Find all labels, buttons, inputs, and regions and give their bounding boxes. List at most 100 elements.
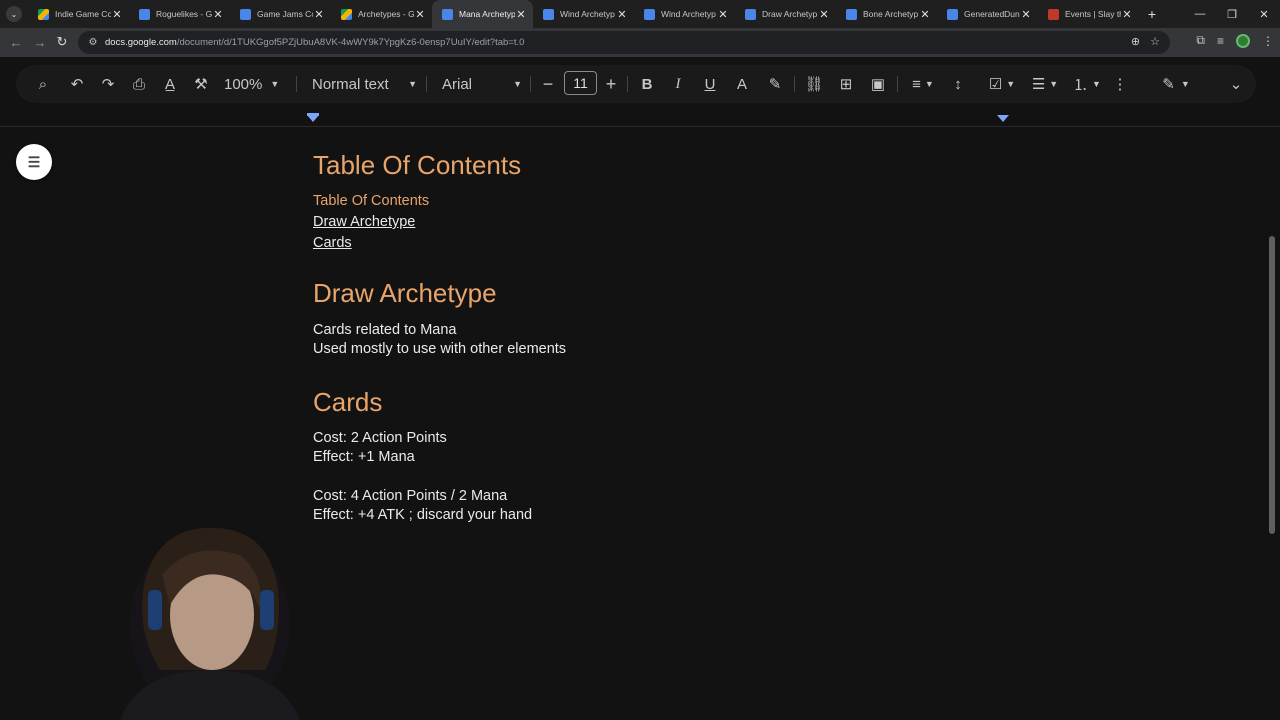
browser-tab-active[interactable]: Mana Archetyp ✕ [432,0,533,28]
print-icon[interactable]: ⎙ [129,73,149,95]
chevron-down-icon: ▼ [1006,79,1016,89]
hide-menus-icon[interactable]: ⌄ [1226,73,1246,95]
align-select[interactable]: ≡ ▼ [906,73,940,95]
card-effect[interactable]: Effect: +4 ATK ; discard your hand [313,507,532,523]
browser-tab[interactable]: Game Jams Co ✕ [230,0,331,28]
right-indent-handle[interactable] [997,115,1009,122]
more-options-icon[interactable]: ⋮ [1110,73,1130,95]
close-icon[interactable]: ✕ [212,8,224,21]
pencil-icon: ✎ [1162,76,1175,93]
profile-avatar[interactable] [1236,33,1250,48]
document-outline-button[interactable]: ☰ [16,144,52,180]
browser-tab[interactable]: GeneratedDun ✕ [937,0,1038,28]
browser-tab[interactable]: Archetypes - G ✕ [331,0,432,28]
bullet-list-select[interactable]: ☰ ▼ [1025,73,1065,95]
browser-tab[interactable]: Draw Archetyp ✕ [735,0,836,28]
close-icon[interactable]: ✕ [313,8,325,21]
media-icon[interactable]: ≡ [1217,34,1224,48]
toc-entry-link[interactable]: Draw Archetype [313,214,415,230]
chevron-down-icon: ⌄ [10,9,18,19]
back-icon[interactable]: ← [4,30,28,54]
close-window-icon[interactable]: ✕ [1248,0,1280,28]
search-menus-icon[interactable]: ⌕ [33,73,53,95]
line-spacing-icon[interactable]: ↕ [948,73,968,95]
link-icon[interactable]: ⛓ [804,73,824,95]
numbered-list-icon: ⒈ [1073,76,1089,94]
close-icon[interactable]: ✕ [919,8,931,21]
tab-search-button[interactable]: ⌄ [0,0,28,28]
close-icon[interactable]: ✕ [515,8,527,21]
zoom-select[interactable]: 100% ▼ [224,73,288,95]
extensions-icon[interactable]: ⧉ [1196,33,1205,48]
highlight-icon[interactable]: ✎ [765,73,785,95]
chevron-down-icon: ▼ [1092,79,1101,89]
underline-icon[interactable]: U [700,73,720,95]
style-select[interactable]: Normal text ▼ [312,73,417,95]
url-field[interactable]: ⚙ docs.google.com/document/d/1TUKGgof5PZ… [78,31,1170,54]
toolbar-divider [426,76,427,92]
close-icon[interactable]: ✕ [717,8,729,21]
doc-icon [846,8,857,20]
font-select[interactable]: Arial ▼ [442,73,522,95]
close-icon[interactable]: ✕ [616,8,628,21]
checklist-select[interactable]: ☑ ▼ [982,73,1022,95]
redo-icon[interactable]: ↷ [98,73,118,95]
font-size-input[interactable]: 11 [564,71,597,95]
increase-font-size-icon[interactable]: + [601,73,621,95]
left-indent-handle[interactable] [307,115,319,122]
italic-icon[interactable]: I [668,73,688,95]
browser-tab[interactable]: Bone Archetyp ✕ [836,0,937,28]
url-path: /document/d/1TUKGgof5PZjUbuA8VK-4wWY9k7Y… [176,37,525,48]
browser-tab[interactable]: Roguelikes - G ✕ [129,0,230,28]
browser-menu-icon[interactable]: ⋮ [1262,34,1274,48]
browser-tab[interactable]: Events | Slay th ✕ [1038,0,1139,28]
webcam-overlay [100,520,330,720]
text-color-icon[interactable]: A [732,73,752,95]
decrease-font-size-icon[interactable]: − [538,73,558,95]
zoom-icon[interactable]: ⊕ [1131,35,1140,48]
doc-icon [240,8,251,20]
drive-icon [38,8,49,20]
close-icon[interactable]: ✕ [1121,8,1133,21]
add-comment-icon[interactable]: ⊞ [836,73,856,95]
spellcheck-icon[interactable]: A̲ [160,73,180,95]
body-text[interactable]: Cards related to Mana [313,322,456,338]
section-heading[interactable]: Draw Archetype [313,278,497,309]
toc-entry-link[interactable]: Cards [313,235,352,251]
document-scrollbar[interactable] [1269,236,1275,534]
browser-tab[interactable]: Wind Archetyp ✕ [533,0,634,28]
doc-icon [745,8,756,20]
paint-format-icon[interactable]: ⚒ [191,73,211,95]
toc-entry[interactable]: Table Of Contents [313,193,429,209]
streamer-silhouette [120,527,300,720]
body-text[interactable]: Used mostly to use with other elements [313,341,566,357]
close-icon[interactable]: ✕ [414,8,426,21]
card-cost[interactable]: Cost: 2 Action Points [313,430,447,446]
forward-icon[interactable]: → [28,30,52,54]
bold-icon[interactable]: B [637,73,657,95]
site-info-icon[interactable]: ⚙ [86,36,100,50]
close-icon[interactable]: ✕ [111,8,123,21]
editing-mode-select[interactable]: ✎ ▼ [1156,73,1196,95]
card-effect[interactable]: Effect: +1 Mana [313,449,415,465]
new-tab-button[interactable]: + [1139,6,1165,22]
outline-list-icon: ☰ [27,153,41,170]
doc-icon [442,8,453,20]
close-icon[interactable]: ✕ [818,8,830,21]
minimize-icon[interactable]: — [1184,0,1216,28]
undo-icon[interactable]: ↶ [67,73,87,95]
bookmark-star-icon[interactable]: ☆ [1150,35,1160,48]
browser-tab-strip: ⌄ Indie Game Co ✕ Roguelikes - G ✕ Game … [0,0,1280,28]
insert-image-icon[interactable]: ▣ [868,73,888,95]
reload-icon[interactable]: ↻ [50,30,74,54]
docs-toolbar: ⌕ ↶ ↷ ⎙ A̲ ⚒ 100% ▼ Normal text ▼ Arial … [0,57,1280,112]
toolbar-divider [897,76,898,92]
restore-icon[interactable]: ❐ [1216,0,1248,28]
card-cost[interactable]: Cost: 4 Action Points / 2 Mana [313,488,507,504]
browser-tab[interactable]: Wind Archetyp ✕ [634,0,735,28]
numbered-list-select[interactable]: ⒈ ▼ [1067,73,1107,95]
toc-heading[interactable]: Table Of Contents [313,150,521,181]
section-heading[interactable]: Cards [313,387,382,418]
close-icon[interactable]: ✕ [1020,8,1032,21]
browser-tab[interactable]: Indie Game Co ✕ [28,0,129,28]
